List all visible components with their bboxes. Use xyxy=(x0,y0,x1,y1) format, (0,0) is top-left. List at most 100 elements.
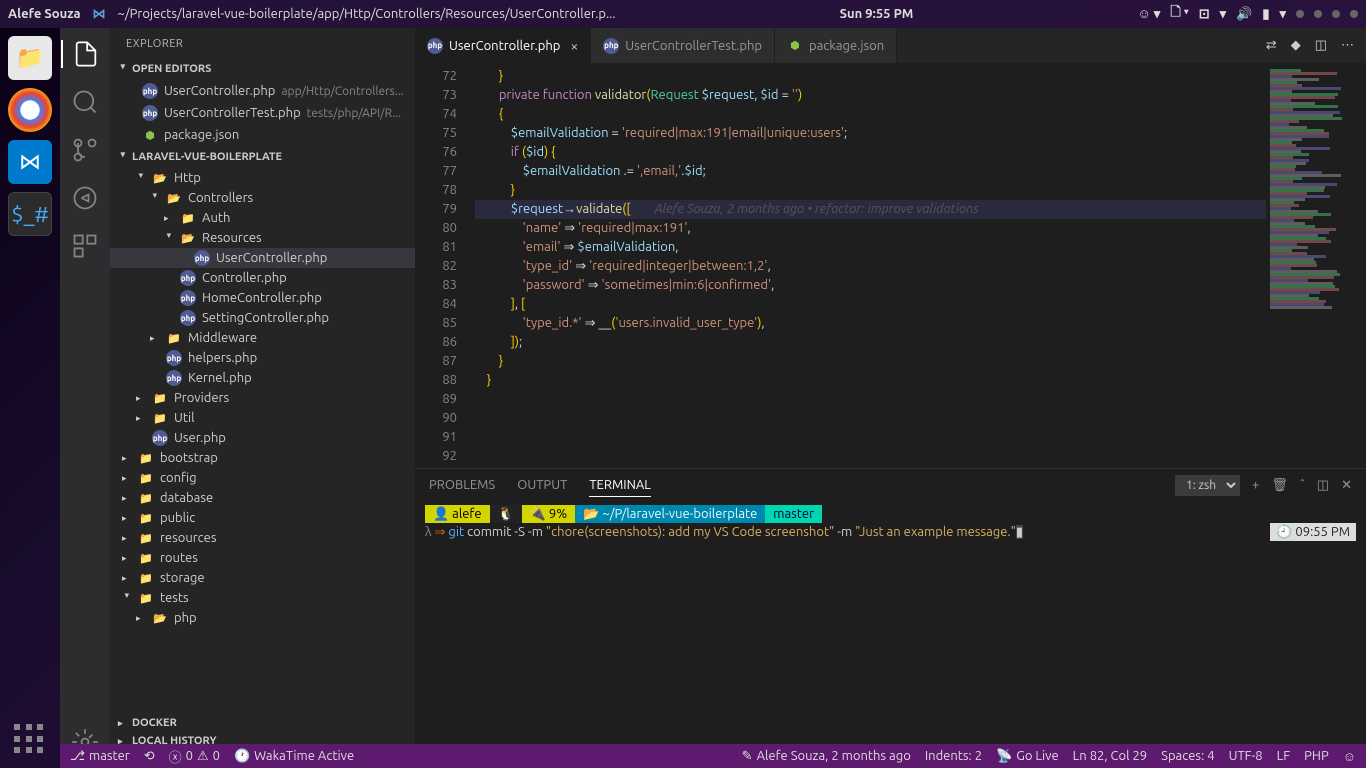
tree-item[interactable]: ▸📂php xyxy=(110,608,415,628)
tray-icon[interactable]: 🗋 ▾ xyxy=(1170,3,1188,25)
terminal-select[interactable]: 1: zsh xyxy=(1175,475,1240,496)
tree-item[interactable]: phpController.php xyxy=(110,268,415,288)
chevron-icon: ▸ xyxy=(122,473,132,484)
window-title: ~/Projects/laravel-vue-boilerplate/app/H… xyxy=(118,7,616,21)
tree-item[interactable]: ▸📁routes xyxy=(110,548,415,568)
tree-item[interactable]: ▸📁storage xyxy=(110,568,415,588)
tree-item[interactable]: phpUserController.php xyxy=(110,248,415,268)
tray-icon[interactable]: ☺ ▾ xyxy=(1137,6,1160,22)
chevron-icon: ▸ xyxy=(122,513,132,524)
folder-open-icon: 📂 xyxy=(166,190,182,206)
tree-item[interactable]: ▸📁Middleware xyxy=(110,328,415,348)
folder-icon: 📁 xyxy=(166,330,182,346)
tray-wifi-icon[interactable]: ▾ xyxy=(1220,7,1227,22)
tree-item[interactable]: ▸📁Auth xyxy=(110,208,415,228)
dock-terminal-icon[interactable]: $_# xyxy=(8,192,52,236)
tree-item[interactable]: ▸📁tests xyxy=(110,588,415,608)
tree-item[interactable]: ▸📂Controllers xyxy=(110,188,415,208)
tree-item[interactable]: phpKernel.php xyxy=(110,368,415,388)
tree-item[interactable]: phpHomeController.php xyxy=(110,288,415,308)
status-feedback[interactable]: ☺ xyxy=(1343,749,1356,764)
tree-item[interactable]: ▸📂Resources xyxy=(110,228,415,248)
open-editor-item[interactable]: phpUserControllerTest.php tests/php/API/… xyxy=(110,102,415,124)
tray-icon[interactable]: ▮ xyxy=(1262,7,1269,22)
workspace-dot[interactable] xyxy=(1296,10,1304,18)
status-golive[interactable]: 📡 Go Live xyxy=(996,749,1059,764)
workspace-dot[interactable] xyxy=(1350,10,1358,18)
tree-item[interactable]: ▸📂Http xyxy=(110,168,415,188)
panel-tab-terminal[interactable]: TERMINAL xyxy=(589,474,651,497)
explorer-sidebar: EXPLORER OPEN EDITORS phpUserController.… xyxy=(110,28,415,768)
workspace-dot[interactable] xyxy=(1332,10,1340,18)
terminal-max-icon[interactable]: ◫ xyxy=(1317,478,1329,493)
chevron-icon: ▸ xyxy=(122,553,132,564)
dock-files-icon[interactable]: 📁 xyxy=(8,36,52,80)
chevron-icon: ▸ xyxy=(136,413,146,424)
code-editor[interactable]: 7273747576777879808182838485868788899091… xyxy=(415,63,1366,468)
status-branch[interactable]: ⎇ master xyxy=(70,749,130,764)
activity-explorer-icon[interactable] xyxy=(61,40,109,68)
diff-icon[interactable]: ◆ xyxy=(1291,38,1301,53)
status-encoding[interactable]: UTF-8 xyxy=(1229,749,1263,764)
tree-item[interactable]: ▸📁Util xyxy=(110,408,415,428)
tree-item[interactable]: ▸📁config xyxy=(110,468,415,488)
activity-extensions-icon[interactable] xyxy=(71,232,99,260)
compare-icon[interactable]: ⇄ xyxy=(1266,38,1277,53)
editor-tab[interactable]: phpUserController.php× xyxy=(415,28,591,63)
status-spaces[interactable]: Spaces: 4 xyxy=(1161,749,1214,764)
activity-debug-icon[interactable] xyxy=(71,184,99,212)
tree-item[interactable]: ▸📁resources xyxy=(110,528,415,548)
tray-icon[interactable]: ⊡ xyxy=(1199,7,1210,22)
tree-item[interactable]: phpSettingController.php xyxy=(110,308,415,328)
chevron-icon: ▸ xyxy=(164,233,175,243)
folder-icon: 📁 xyxy=(138,510,154,526)
status-eol[interactable]: LF xyxy=(1277,749,1290,764)
project-header[interactable]: LARAVEL-VUE-BOILERPLATE xyxy=(110,148,415,166)
dock-apps-icon[interactable] xyxy=(14,724,46,756)
workspace-dot[interactable] xyxy=(1314,10,1322,18)
vscode-menu-icon[interactable]: ⋈ xyxy=(93,7,106,22)
editor-tab[interactable]: ⬢package.json xyxy=(775,28,897,63)
tree-item[interactable]: ▸📁public xyxy=(110,508,415,528)
editor-tab[interactable]: phpUserControllerTest.php xyxy=(591,28,775,63)
close-icon[interactable]: × xyxy=(570,38,578,54)
activity-search-icon[interactable] xyxy=(71,88,99,116)
chevron-icon: ▸ xyxy=(122,533,132,544)
more-icon[interactable]: ⋯ xyxy=(1341,38,1354,53)
tree-item[interactable]: ▸📁database xyxy=(110,488,415,508)
chevron-icon: ▸ xyxy=(150,333,160,344)
tray-volume-icon[interactable]: 🔊 xyxy=(1236,7,1252,22)
dock-vscode-icon[interactable]: ⋈ xyxy=(8,140,52,184)
open-editor-item[interactable]: ⬢package.json xyxy=(110,124,415,146)
status-language[interactable]: PHP xyxy=(1304,749,1329,764)
folder-open-icon: 📂 xyxy=(180,230,196,246)
terminal-new-icon[interactable]: + xyxy=(1252,478,1259,492)
panel-tab-output[interactable]: OUTPUT xyxy=(517,474,567,496)
minimap[interactable] xyxy=(1266,63,1366,468)
terminal-close-icon[interactable]: ✕ xyxy=(1341,478,1352,493)
open-editors-header[interactable]: OPEN EDITORS xyxy=(110,60,415,78)
status-indents[interactable]: Indents: 2 xyxy=(925,749,982,764)
tray-icon[interactable]: ▾ xyxy=(1279,7,1286,22)
status-wakatime[interactable]: 🕐 WakaTime Active xyxy=(234,749,354,764)
tree-item[interactable]: phpUser.php xyxy=(110,428,415,448)
terminal-up-icon[interactable]: ˆ xyxy=(1300,478,1305,492)
tree-item[interactable]: ▸📁bootstrap xyxy=(110,448,415,468)
dock-chrome-icon[interactable] xyxy=(8,88,52,132)
status-position[interactable]: Ln 82, Col 29 xyxy=(1073,749,1147,764)
php-file-icon: php xyxy=(180,310,196,326)
php-file-icon: php xyxy=(180,290,196,306)
terminal-kill-icon[interactable]: 🗑 xyxy=(1271,478,1288,493)
tree-item[interactable]: ▸📁Providers xyxy=(110,388,415,408)
open-editor-item[interactable]: phpUserController.php app/Http/Controlle… xyxy=(110,80,415,102)
panel-tab-problems[interactable]: PROBLEMS xyxy=(429,474,495,496)
status-blame[interactable]: ✎ Alefe Souza, 2 months ago xyxy=(742,749,911,764)
docker-header[interactable]: DOCKER xyxy=(110,714,415,732)
activity-git-icon[interactable] xyxy=(71,136,99,164)
split-icon[interactable]: ◫ xyxy=(1315,38,1327,53)
terminal[interactable]: 👤 alefe🐧🔌 9%📂 ~/P/laravel-vue-boilerplat… xyxy=(415,501,1366,768)
status-sync[interactable]: ⟲ xyxy=(144,749,155,764)
tree-item[interactable]: phphelpers.php xyxy=(110,348,415,368)
file-icon: php xyxy=(603,38,619,54)
status-errors[interactable]: ⓧ 0 ⚠ 0 xyxy=(169,747,220,766)
